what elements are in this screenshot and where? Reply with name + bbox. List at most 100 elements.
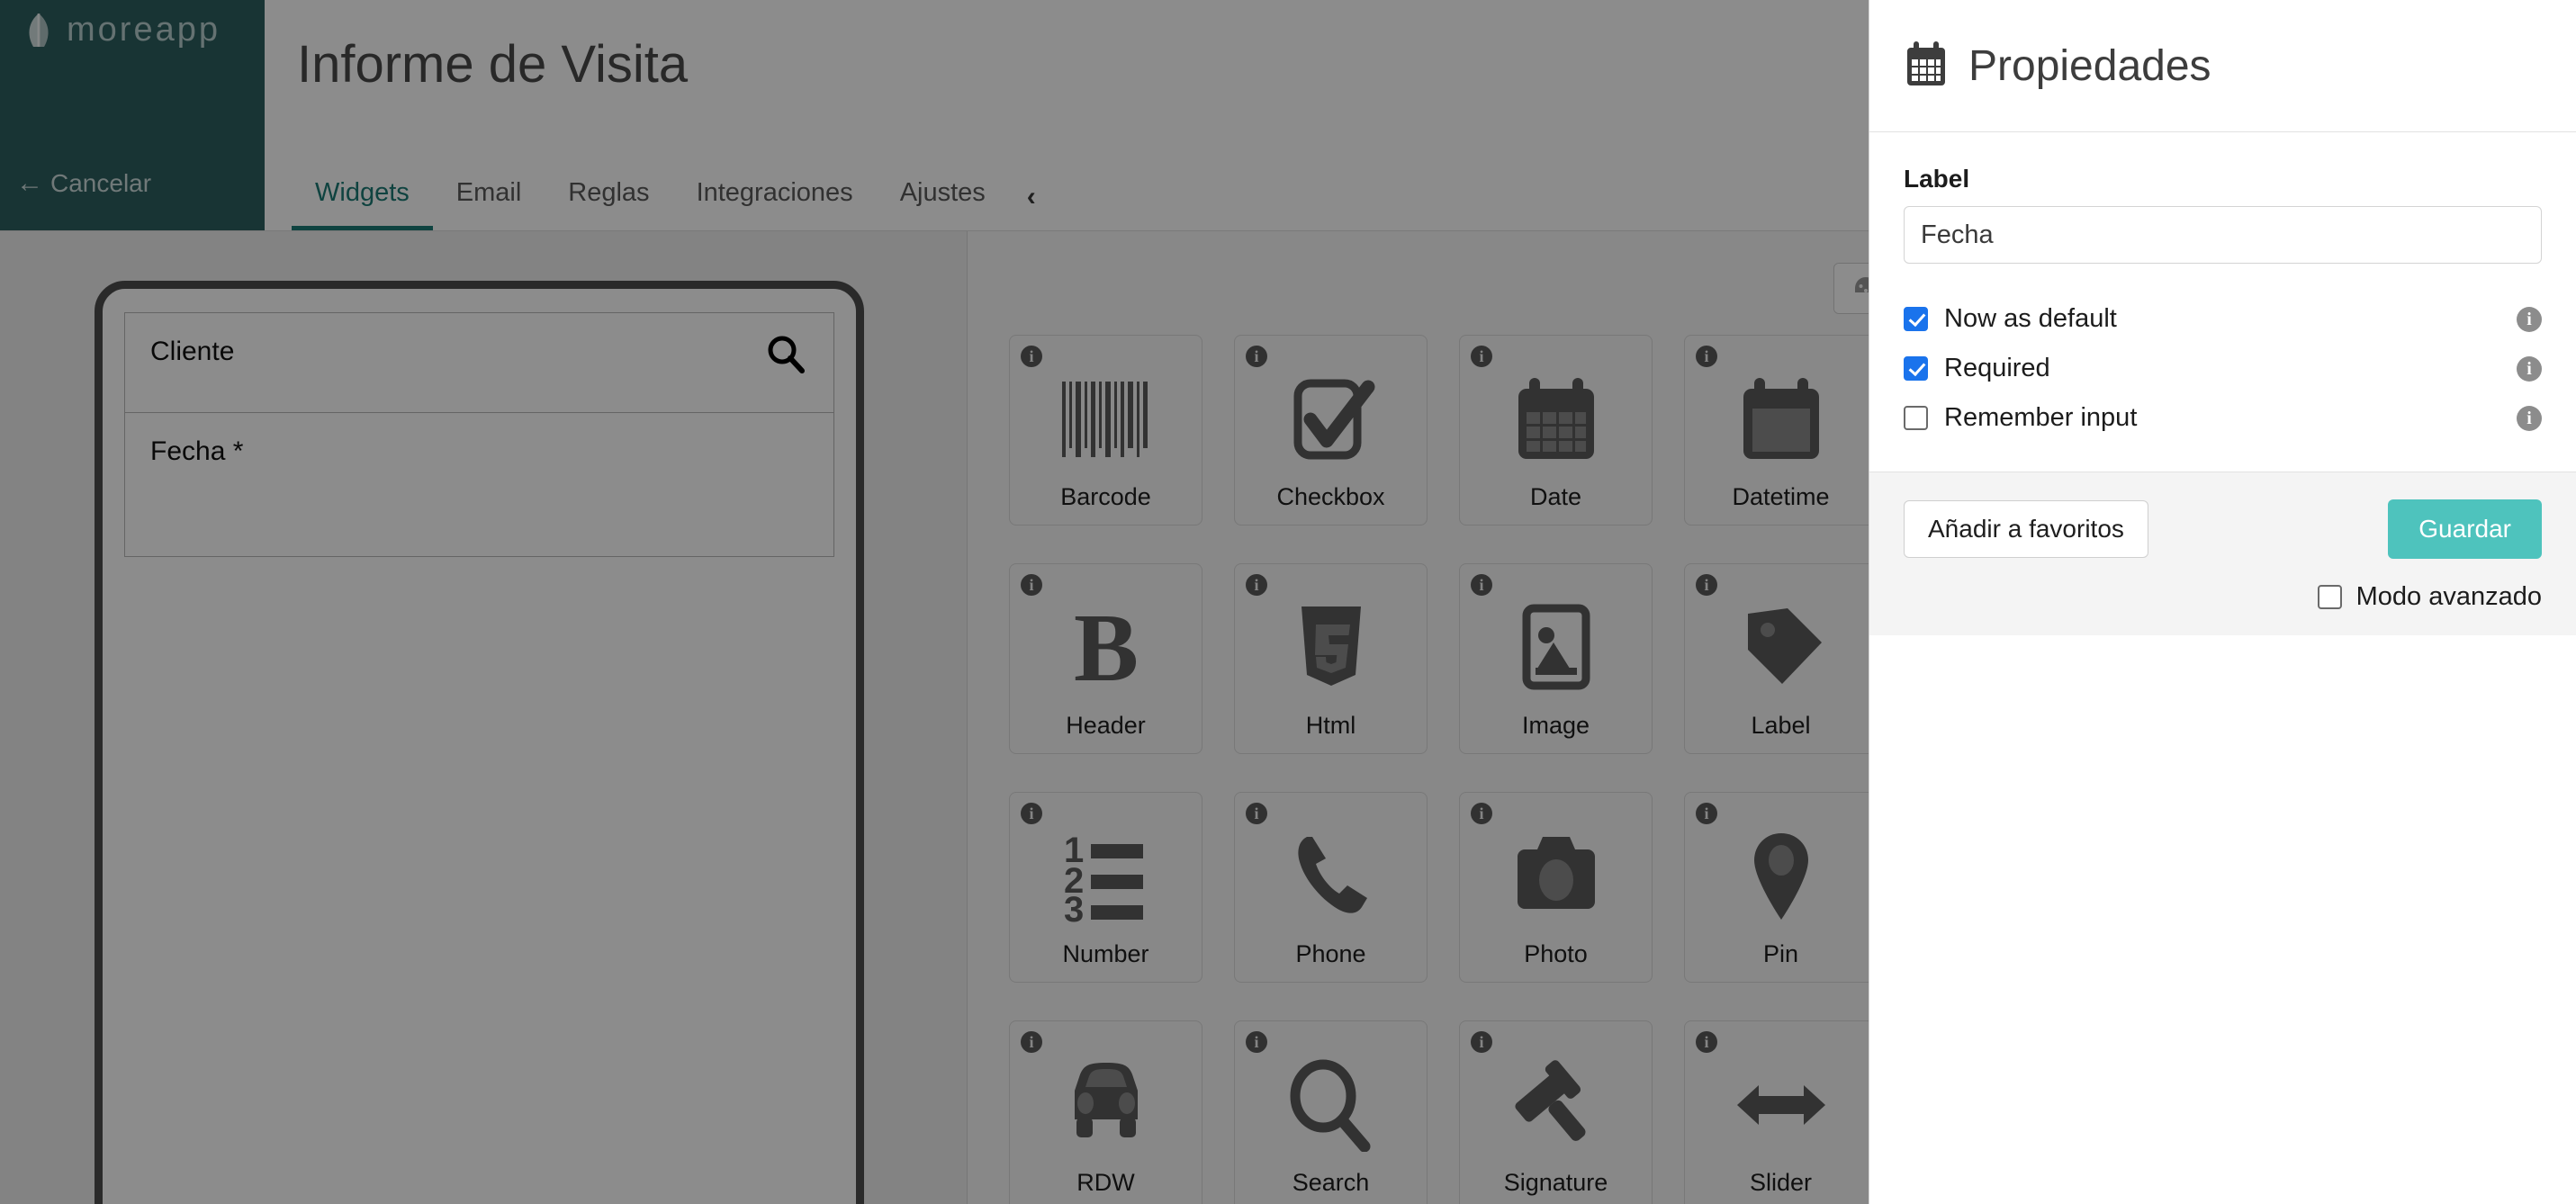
- gavel-icon: [1507, 1047, 1606, 1164]
- widget-card-photo[interactable]: i Photo: [1459, 792, 1653, 983]
- label-field-heading: Label: [1904, 165, 1970, 193]
- widget-label: Barcode: [1060, 483, 1151, 510]
- info-icon[interactable]: i: [2517, 405, 2542, 431]
- widget-label: Phone: [1295, 940, 1366, 967]
- page-title: Informe de Visita: [297, 35, 689, 94]
- widget-label: Signature: [1503, 1169, 1608, 1196]
- widget-card-label[interactable]: i Label: [1684, 563, 1878, 754]
- form-card: Cliente Fecha *: [124, 312, 834, 557]
- widget-label: Checkbox: [1276, 483, 1385, 510]
- info-icon[interactable]: i: [1246, 346, 1267, 367]
- checkbox-icon: [1282, 361, 1381, 478]
- widget-card-phone[interactable]: i Phone: [1234, 792, 1428, 983]
- option-remember-input[interactable]: Remember input i: [1904, 393, 2542, 443]
- option-now-as-default[interactable]: Now as default i: [1904, 294, 2542, 344]
- svg-text:B: B: [1073, 601, 1138, 695]
- preview-row-cliente[interactable]: Cliente: [125, 313, 833, 412]
- option-label: Required: [1944, 354, 2050, 382]
- tab-widgets[interactable]: Widgets: [292, 178, 433, 230]
- add-to-favorites-button[interactable]: Añadir a favoritos: [1904, 500, 2148, 558]
- cancel-button[interactable]: ← Cancelar: [16, 169, 151, 198]
- properties-panel: Propiedades Label Now as default i Requi…: [1869, 0, 2576, 1204]
- preview-row-fecha[interactable]: Fecha *: [125, 412, 833, 556]
- sidebar: moreapp ← Cancelar: [0, 0, 265, 230]
- now-as-default-checkbox[interactable]: [1904, 307, 1928, 331]
- tag-icon: [1732, 589, 1831, 706]
- widget-label: Label: [1751, 712, 1811, 739]
- info-icon[interactable]: i: [1471, 1031, 1492, 1053]
- info-icon[interactable]: i: [1021, 803, 1042, 824]
- widget-card-barcode[interactable]: i Barcode: [1009, 335, 1202, 526]
- label-input[interactable]: [1904, 206, 2542, 264]
- info-icon[interactable]: i: [1021, 574, 1042, 596]
- remember-input-checkbox[interactable]: [1904, 406, 1928, 430]
- widget-label: Image: [1521, 712, 1590, 739]
- info-icon[interactable]: i: [1696, 803, 1717, 824]
- info-icon[interactable]: i: [1021, 346, 1042, 367]
- widget-card-html[interactable]: i Html: [1234, 563, 1428, 754]
- html5-icon: [1282, 589, 1381, 706]
- search-icon: [765, 333, 806, 374]
- properties-header: Propiedades: [1869, 0, 2576, 132]
- widget-card-checkbox[interactable]: i Checkbox: [1234, 335, 1428, 526]
- advanced-mode-checkbox[interactable]: [2317, 585, 2342, 609]
- option-label: Remember input: [1944, 403, 2138, 432]
- bold-b-icon: B: [1057, 589, 1156, 706]
- tab-reglas[interactable]: Reglas: [545, 178, 672, 230]
- arrows-horizontal-icon: [1732, 1047, 1831, 1164]
- info-icon[interactable]: i: [2517, 355, 2542, 382]
- app-root: moreapp ← Cancelar Informe de Visita Wid…: [0, 0, 2576, 1204]
- image-icon: [1507, 589, 1606, 706]
- widget-label: Slider: [1749, 1169, 1813, 1196]
- widget-label: Header: [1066, 712, 1146, 739]
- widget-card-search[interactable]: i Search: [1234, 1020, 1428, 1204]
- tab-integraciones[interactable]: Integraciones: [673, 178, 877, 230]
- properties-footer: Añadir a favoritos Guardar Modo avanzado: [1869, 472, 2576, 635]
- widget-card-rdw[interactable]: i RDW: [1009, 1020, 1202, 1204]
- info-icon[interactable]: i: [1246, 574, 1267, 596]
- tab-email[interactable]: Email: [433, 178, 545, 230]
- number-list-icon: 1 2 3: [1057, 818, 1156, 935]
- widget-label: Date: [1529, 483, 1582, 510]
- widget-card-slider[interactable]: i Slider: [1684, 1020, 1878, 1204]
- widget-card-signature[interactable]: i Signature: [1459, 1020, 1653, 1204]
- tab-bar: Widgets Email Reglas Integraciones Ajust…: [292, 178, 1052, 230]
- widget-label: Pin: [1762, 940, 1799, 967]
- widget-label: Search: [1292, 1169, 1370, 1196]
- advanced-mode-row[interactable]: Modo avanzado: [1904, 582, 2542, 612]
- info-icon[interactable]: i: [1696, 1031, 1717, 1053]
- required-checkbox[interactable]: [1904, 356, 1928, 381]
- info-icon[interactable]: i: [1246, 1031, 1267, 1053]
- brand-name: moreapp: [67, 11, 221, 49]
- info-icon[interactable]: i: [1471, 346, 1492, 367]
- info-icon[interactable]: i: [1471, 803, 1492, 824]
- options-list: Now as default i Required i Remember inp…: [1904, 294, 2542, 443]
- footer-buttons: Añadir a favoritos Guardar: [1904, 499, 2542, 559]
- option-required[interactable]: Required i: [1904, 344, 2542, 393]
- info-icon[interactable]: i: [1471, 574, 1492, 596]
- widget-card-date[interactable]: i Date: [1459, 335, 1653, 526]
- form-preview-pane: Cliente Fecha *: [0, 231, 968, 1204]
- barcode-icon: [1057, 361, 1156, 478]
- info-icon[interactable]: i: [1696, 346, 1717, 367]
- info-icon[interactable]: i: [1246, 803, 1267, 824]
- preview-row-label: Fecha *: [150, 436, 244, 466]
- leaf-logo-icon: [23, 13, 54, 49]
- cancel-label: Cancelar: [50, 169, 152, 197]
- widget-card-datetime[interactable]: i Datetime: [1684, 335, 1878, 526]
- info-icon[interactable]: i: [1021, 1031, 1042, 1053]
- arrow-left-icon: ←: [16, 168, 43, 198]
- widget-card-header[interactable]: i B Header: [1009, 563, 1202, 754]
- save-button[interactable]: Guardar: [2388, 499, 2542, 559]
- tab-ajustes[interactable]: Ajustes: [877, 178, 1009, 230]
- collapse-tabs-button[interactable]: ‹: [1009, 182, 1052, 230]
- widget-card-pin[interactable]: i Pin: [1684, 792, 1878, 983]
- widget-card-number[interactable]: i 1 2 3 Number: [1009, 792, 1202, 983]
- widget-card-image[interactable]: i Image: [1459, 563, 1653, 754]
- info-icon[interactable]: i: [1696, 574, 1717, 596]
- map-pin-icon: [1732, 818, 1831, 935]
- widget-label: Photo: [1524, 940, 1588, 967]
- calendar-icon: [1904, 40, 1949, 92]
- preview-row-label: Cliente: [150, 337, 235, 366]
- info-icon[interactable]: i: [2517, 306, 2542, 332]
